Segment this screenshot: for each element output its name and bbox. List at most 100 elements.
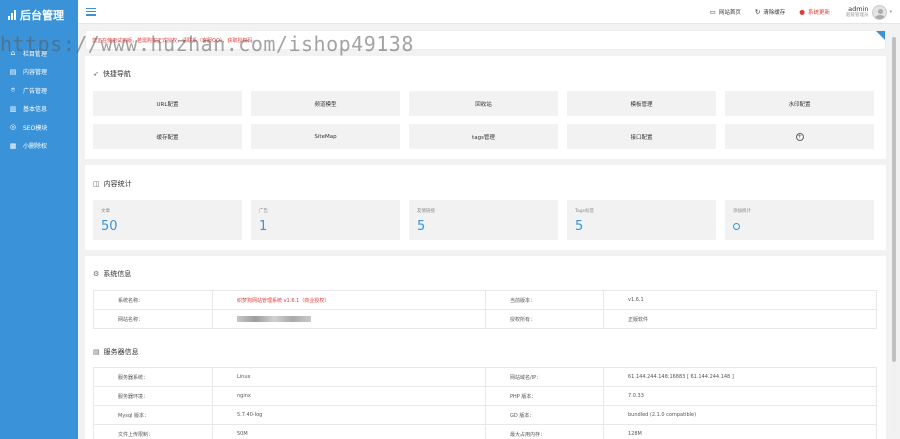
chevron-down-icon[interactable]: ▾	[889, 9, 892, 15]
stat-value: 1	[259, 219, 268, 234]
quick-nav-button[interactable]: URL配置	[93, 91, 242, 116]
cell-text: 网站域名/IP：	[510, 374, 542, 381]
table-row: 服务器系统： Linux 网站域名/IP： 61.144.244.148:16883 …	[93, 367, 877, 387]
seo-icon: ◎	[9, 123, 17, 132]
megaphone-icon: ⌾	[10, 85, 16, 94]
cell-text: 服务器环境：	[118, 393, 149, 400]
system-info-title-text: 系统信息	[103, 270, 132, 278]
server-info-title: ▤ 服务器信息	[93, 347, 139, 357]
menu-toggle-icon[interactable]	[86, 7, 96, 16]
sidebar-item-label: 小删除权	[23, 143, 48, 151]
cell-text: Linux	[237, 374, 251, 380]
stat-label: 文章	[101, 209, 110, 214]
scrollbar-thumb[interactable]	[892, 37, 896, 362]
sidebar-item-label: 广告管理	[23, 87, 48, 95]
grid-icon: ▦	[9, 141, 17, 150]
sidebar-item-3[interactable]: ⌾ 广告管理	[0, 81, 78, 100]
stat-box: 广告 1	[251, 200, 400, 240]
table-row: 服务器环境： nginx PHP 版本： 7.0.33	[93, 386, 877, 406]
cell-text: 128M	[628, 431, 642, 437]
plus-circle-icon: +	[795, 132, 804, 141]
table-cell: 服务器系统：	[93, 367, 213, 387]
topbar: ▭ 网站首页 ↻ 清除缓存 ● 系统更新 admin 超级管理员 ▾	[78, 0, 900, 24]
add-shortcut-button[interactable]: +	[725, 124, 874, 149]
user-info[interactable]: admin 超级管理员	[845, 5, 869, 19]
cell-text: 当前版本：	[510, 297, 536, 304]
sidebar: 后台管理 ⌂ 栏目管理 ▤ 内容管理 ⌾ 广告管理 ▥ 基本信息 ◎ SEO模块 ▦ 小删除权	[0, 0, 78, 439]
sidebar-item-label: SEO模块	[23, 124, 48, 132]
quick-nav-button[interactable]: tags管理	[409, 124, 558, 149]
cell-text: 网站名称：	[118, 316, 144, 323]
quick-nav-button-label: URL配置	[156, 101, 179, 108]
quick-nav-button[interactable]: 缓存配置	[93, 124, 242, 149]
quick-nav-button[interactable]: SiteMap	[251, 124, 400, 149]
app-logo[interactable]: 后台管理	[0, 0, 78, 30]
cell-text: 服务器系统：	[118, 374, 149, 381]
quick-nav-button[interactable]: 模板管理	[567, 91, 716, 116]
watermark: https://www.huzhan.com/ishop49138	[0, 32, 414, 56]
top-link-label: 网站首页	[718, 10, 741, 16]
monitor-icon: ▭	[709, 8, 716, 16]
table-cell: PHP 版本：	[485, 386, 604, 406]
table-row: Mysql 版本： 5.7.40-log GD 版本： bundled (2.1.0 …	[93, 405, 877, 425]
table-cell: 当前版本：	[485, 290, 604, 310]
cell-text: 正版软件	[628, 316, 649, 323]
stat-box: Tags标签 5	[567, 200, 716, 240]
system-info-table: 系统名称： 织梦狗网站管理系统 v1.6.1（商业授权） 当前版本： v1.6.1 网站…	[93, 290, 877, 329]
stat-label: 友情链接	[417, 209, 435, 214]
table-cell: Linux	[212, 367, 486, 387]
table-cell: 61.144.244.148:16883 [ 61.144.244.148 ]	[603, 367, 877, 387]
alert-icon: ●	[799, 8, 805, 16]
stat-label: 添加统计	[733, 209, 751, 214]
top-link-3[interactable]: ● 系统更新	[799, 8, 830, 16]
table-cell: 正版软件	[603, 309, 877, 329]
cell-text: 5.7.40-log	[237, 412, 263, 418]
stat-value: 5	[575, 219, 584, 234]
document-icon: ▤	[9, 67, 17, 76]
table-row: 网站名称： 授权所有： 正版软件	[93, 309, 877, 329]
table-cell: GD 版本：	[485, 405, 604, 425]
stats-icon: ◫	[93, 180, 100, 188]
page-scrollbar[interactable]	[892, 34, 896, 432]
stat-box[interactable]: 添加统计	[725, 200, 874, 240]
blurred-site-name	[237, 315, 311, 322]
quick-nav-button[interactable]: 回收站	[409, 91, 558, 116]
cell-text: 最大占用内存：	[510, 431, 546, 438]
top-link-1[interactable]: ▭ 网站首页	[710, 8, 741, 16]
stat-value: 5	[417, 219, 426, 234]
table-cell: v1.6.1	[603, 290, 877, 310]
sidebar-item-2[interactable]: ▤ 内容管理	[0, 63, 78, 82]
sidebar-item-label: 基本信息	[23, 106, 48, 114]
sidebar-item-4[interactable]: ▥ 基本信息	[0, 100, 78, 119]
table-cell: 织梦狗网站管理系统 v1.6.1（商业授权）	[212, 290, 486, 310]
stats-card: ◫ 内容统计 文章 50 广告 1 友情链接 5 Tags标签 5 添加统计	[85, 165, 886, 250]
quick-nav-button[interactable]: 接口配置	[567, 124, 716, 149]
system-info-title: ⚙ 系统信息	[93, 269, 131, 279]
quick-nav-button[interactable]: 频道模型	[251, 91, 400, 116]
add-circle-icon[interactable]	[733, 223, 740, 230]
stat-label: 广告	[259, 209, 268, 214]
quick-nav-button-label: 模板管理	[630, 101, 653, 108]
quick-nav-button-label: 频道模型	[314, 101, 337, 108]
sidebar-item-5[interactable]: ◎ SEO模块	[0, 118, 78, 137]
main-content: 您正在使用试用版，若需购买正式授权，请联系（客服QQ），获取授权码。 ➶ 快捷导…	[85, 30, 886, 439]
cell-text: 61.144.244.148:16883 [ 61.144.244.148 ]	[628, 374, 734, 380]
cell-text: 文件上传限制：	[118, 431, 154, 438]
user-role: 超级管理员	[845, 13, 869, 19]
quick-nav-button[interactable]: 水印配置	[725, 91, 874, 116]
app-logo-text: 后台管理	[20, 9, 64, 22]
quick-nav-button-label: 回收站	[475, 101, 492, 108]
cell-text: v1.6.1	[628, 297, 644, 303]
cell-text: 织梦狗网站管理系统 v1.6.1（商业授权）	[237, 297, 330, 304]
quick-nav-button-label: tags管理	[472, 134, 495, 141]
top-link-2[interactable]: ↻ 清除缓存	[755, 8, 785, 16]
table-cell: 5.7.40-log	[212, 405, 486, 425]
topbar-actions: ▭ 网站首页 ↻ 清除缓存 ● 系统更新 admin 超级管理员 ▾	[696, 0, 892, 24]
table-cell: 系统名称：	[93, 290, 213, 310]
refresh-icon: ↻	[754, 8, 761, 16]
server-icon: ▤	[93, 348, 100, 356]
table-cell: 服务器环境：	[93, 386, 213, 406]
sidebar-item-6[interactable]: ▦ 小删除权	[0, 137, 78, 156]
quick-nav-button-label: SiteMap	[314, 133, 337, 140]
avatar[interactable]	[872, 4, 888, 20]
